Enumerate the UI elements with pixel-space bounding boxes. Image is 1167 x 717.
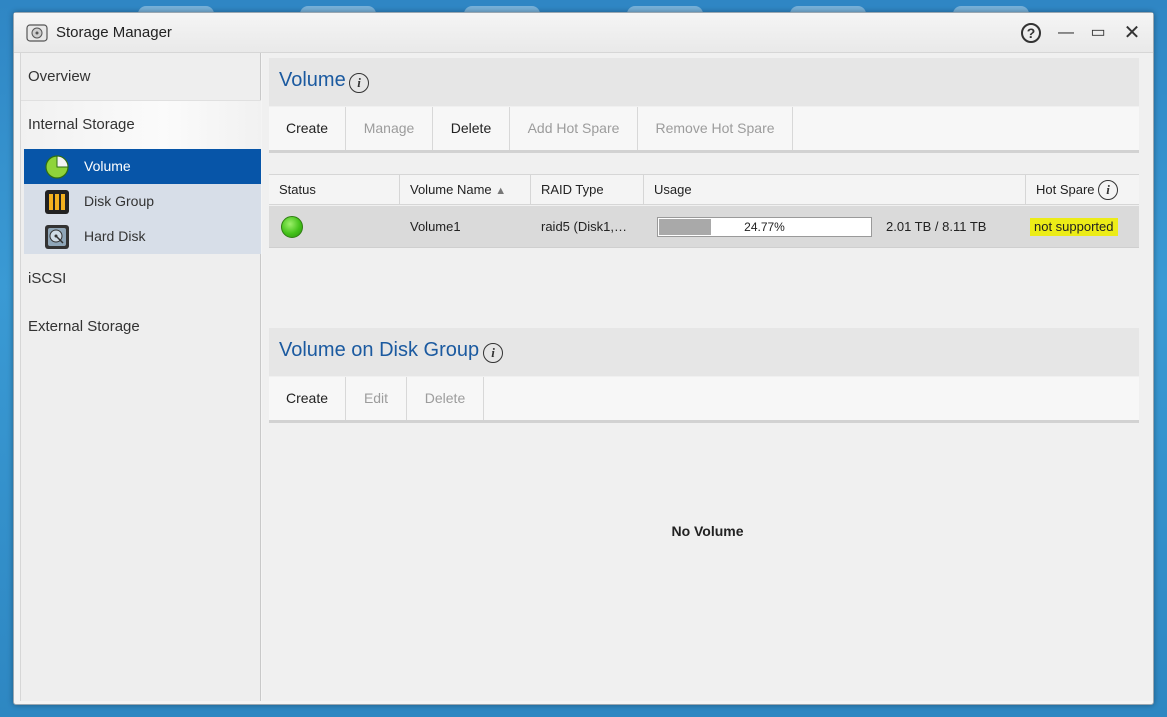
raid-type-cell: raid5 (Disk1,… xyxy=(541,219,627,234)
close-button[interactable]: ✕ xyxy=(1120,21,1144,45)
column-header-label: Hot Spare xyxy=(1036,182,1095,197)
add-hot-spare-button[interactable]: Add Hot Spare xyxy=(510,107,638,150)
help-button[interactable]: ? xyxy=(1019,21,1043,45)
sort-ascending-icon: ▲ xyxy=(495,185,507,197)
manage-volume-button[interactable]: Manage xyxy=(346,107,433,150)
sidebar-item-label: Volume xyxy=(84,158,131,174)
column-header-volume-name[interactable]: Volume Name ▲ xyxy=(400,175,531,205)
storage-manager-window: Storage Manager ? — ▭ ✕ Overview Interna… xyxy=(13,12,1154,705)
close-icon: ✕ xyxy=(1123,22,1141,44)
create-volume-button[interactable]: Create xyxy=(269,107,346,150)
disk-group-toolbar: Create Edit Delete xyxy=(269,377,1139,423)
storage-manager-app-icon xyxy=(26,24,48,42)
info-icon[interactable]: i xyxy=(483,343,503,363)
volume-section-header: Volume i xyxy=(269,58,1139,106)
volume-toolbar: Create Manage Delete Add Hot Spare Remov… xyxy=(269,107,1139,153)
delete-volume-button[interactable]: Delete xyxy=(433,107,510,150)
capacity-cell: 2.01 TB / 8.11 TB xyxy=(886,219,987,234)
window-title: Storage Manager xyxy=(56,24,172,41)
volume-section-title: Volume xyxy=(279,69,346,91)
maximize-icon: ▭ xyxy=(1090,24,1106,41)
sidebar: Overview Internal Storage Volume Disk Gr… xyxy=(20,53,261,701)
create-disk-group-volume-button[interactable]: Create xyxy=(269,377,346,420)
sidebar-item-disk-group[interactable]: Disk Group xyxy=(24,184,261,219)
info-icon[interactable]: i xyxy=(1098,180,1118,200)
edit-disk-group-volume-button[interactable]: Edit xyxy=(346,377,407,420)
sidebar-item-iscsi[interactable]: iSCSI xyxy=(21,255,261,303)
status-ok-icon xyxy=(281,216,303,238)
delete-disk-group-volume-button[interactable]: Delete xyxy=(407,377,484,420)
disk-group-section-title: Volume on Disk Group xyxy=(279,339,480,361)
title-bar[interactable]: Storage Manager ? — ▭ ✕ xyxy=(14,13,1153,53)
volume-pie-icon xyxy=(45,155,69,179)
maximize-button[interactable]: ▭ xyxy=(1086,21,1110,45)
minimize-icon: — xyxy=(1058,24,1074,41)
volume-table-header: Status Volume Name ▲ RAID Type Usage Hot… xyxy=(269,174,1139,205)
column-header-hot-spare[interactable]: Hot Spare xyxy=(1026,175,1139,205)
column-header-usage[interactable]: Usage xyxy=(644,175,1026,205)
disk-group-section-header: Volume on Disk Group i xyxy=(269,328,1139,376)
sidebar-item-label: Disk Group xyxy=(84,193,155,209)
hot-spare-cell: not supported xyxy=(1030,218,1118,236)
hard-disk-icon xyxy=(45,225,69,249)
sidebar-item-overview[interactable]: Overview xyxy=(21,53,261,101)
column-header-raid-type[interactable]: RAID Type xyxy=(531,175,644,205)
sidebar-item-hard-disk[interactable]: Hard Disk xyxy=(24,219,261,254)
info-icon[interactable]: i xyxy=(349,73,369,93)
sidebar-item-label: Hard Disk xyxy=(84,228,146,244)
usage-bar: 24.77% xyxy=(657,217,872,237)
help-icon: ? xyxy=(1021,23,1041,43)
volume-name-cell: Volume1 xyxy=(410,219,461,234)
usage-percent: 24.77% xyxy=(744,220,785,234)
column-header-status[interactable]: Status xyxy=(269,175,400,205)
remove-hot-spare-button[interactable]: Remove Hot Spare xyxy=(638,107,793,150)
table-row[interactable]: Volume1 raid5 (Disk1,… 24.77% 2.01 TB / … xyxy=(269,206,1139,248)
sidebar-item-volume[interactable]: Volume xyxy=(24,149,261,184)
main-panel: Volume i Create Manage Delete Add Hot Sp… xyxy=(262,53,1153,701)
minimize-button[interactable]: — xyxy=(1054,21,1078,45)
empty-state-text: No Volume xyxy=(671,523,744,539)
column-header-label: Volume Name xyxy=(410,182,492,197)
sidebar-item-external-storage[interactable]: External Storage xyxy=(21,303,261,351)
disk-group-icon xyxy=(45,190,69,214)
sidebar-item-internal-storage[interactable]: Internal Storage xyxy=(21,101,261,149)
